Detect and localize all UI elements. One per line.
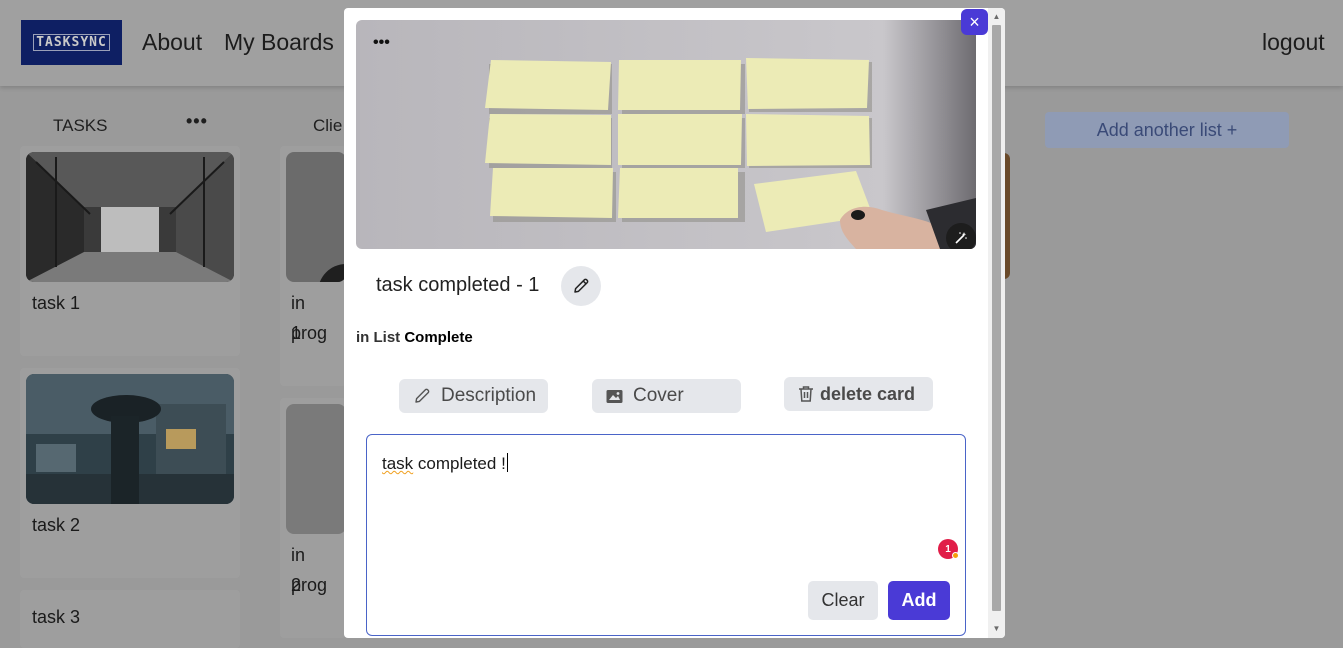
close-icon: × — [969, 11, 980, 32]
image-icon — [606, 389, 623, 403]
nav-my-boards[interactable]: My Boards — [224, 29, 334, 56]
delete-card-label: delete card — [820, 383, 916, 404]
nav-about[interactable]: About — [142, 29, 202, 56]
card-cover-image — [286, 404, 346, 534]
card-title-line-2: 1 — [291, 323, 302, 343]
add-list-button[interactable]: Add another list + — [1045, 112, 1289, 148]
modal-scrollbar[interactable]: ▲ ▼ — [988, 8, 1005, 638]
list-item[interactable]: task 3 — [20, 590, 240, 648]
list-item[interactable]: in prog 2 — [280, 398, 346, 638]
list-title: TASKS — [53, 116, 108, 135]
list-location: in List Complete — [356, 329, 473, 346]
logo-text: TASKSYNC — [33, 34, 110, 51]
description-editor[interactable]: task completed ! 1 Clear Add — [366, 434, 966, 636]
close-modal-button[interactable]: × — [961, 9, 988, 35]
editor-text-misspelled: task — [382, 454, 414, 473]
card-cover-image — [286, 152, 346, 282]
pencil-icon — [574, 278, 589, 293]
list-item[interactable]: task 2 — [20, 368, 240, 578]
editor-text-rest: completed ! — [413, 454, 506, 473]
card-title: task 3 — [32, 607, 81, 627]
card-cover-image — [26, 152, 234, 282]
cover-button[interactable]: Cover — [592, 379, 741, 413]
in-list-label: in List — [356, 329, 401, 346]
card-title: task 2 — [32, 515, 81, 535]
card-cover-image — [26, 374, 234, 504]
cover-menu-button[interactable]: ••• — [373, 34, 390, 52]
add-button[interactable]: Add — [888, 581, 950, 620]
list-item[interactable]: in prog 1 — [280, 146, 346, 386]
notification-badge[interactable]: 1 — [938, 539, 959, 559]
edit-title-button[interactable] — [561, 266, 601, 306]
badge-count: 1 — [945, 543, 951, 555]
list-name: Complete — [404, 329, 473, 346]
magic-wand-icon[interactable] — [946, 223, 976, 249]
scroll-up-arrow-icon[interactable]: ▲ — [992, 12, 1001, 22]
nav-logout[interactable]: logout — [1262, 29, 1325, 56]
description-button-label: Description — [441, 385, 537, 406]
card-cover-image: ••• — [356, 20, 976, 249]
clear-button[interactable]: Clear — [808, 581, 878, 620]
list-menu-button[interactable]: ••• — [186, 111, 208, 132]
trash-icon — [799, 386, 813, 402]
cover-button-label: Cover — [633, 385, 684, 406]
editor-content[interactable]: task completed ! — [382, 453, 508, 474]
pencil-icon — [415, 388, 430, 403]
delete-card-button[interactable]: delete card — [784, 377, 933, 411]
text-caret — [506, 453, 508, 472]
app-logo[interactable]: TASKSYNC — [21, 20, 122, 65]
list-item[interactable]: task 1 — [20, 146, 240, 356]
card-title: task completed - 1 — [376, 274, 540, 296]
description-button[interactable]: Description — [399, 379, 548, 413]
card-detail-modal: ••• × task completed - 1 in List Complet… — [344, 8, 1005, 638]
card-title-line-2: 2 — [291, 575, 302, 595]
list-title: Clie — [313, 116, 343, 135]
scroll-thumb[interactable] — [992, 25, 1001, 611]
card-title: task 1 — [32, 293, 81, 313]
scroll-down-arrow-icon[interactable]: ▼ — [992, 624, 1001, 634]
badge-dot — [952, 552, 959, 559]
